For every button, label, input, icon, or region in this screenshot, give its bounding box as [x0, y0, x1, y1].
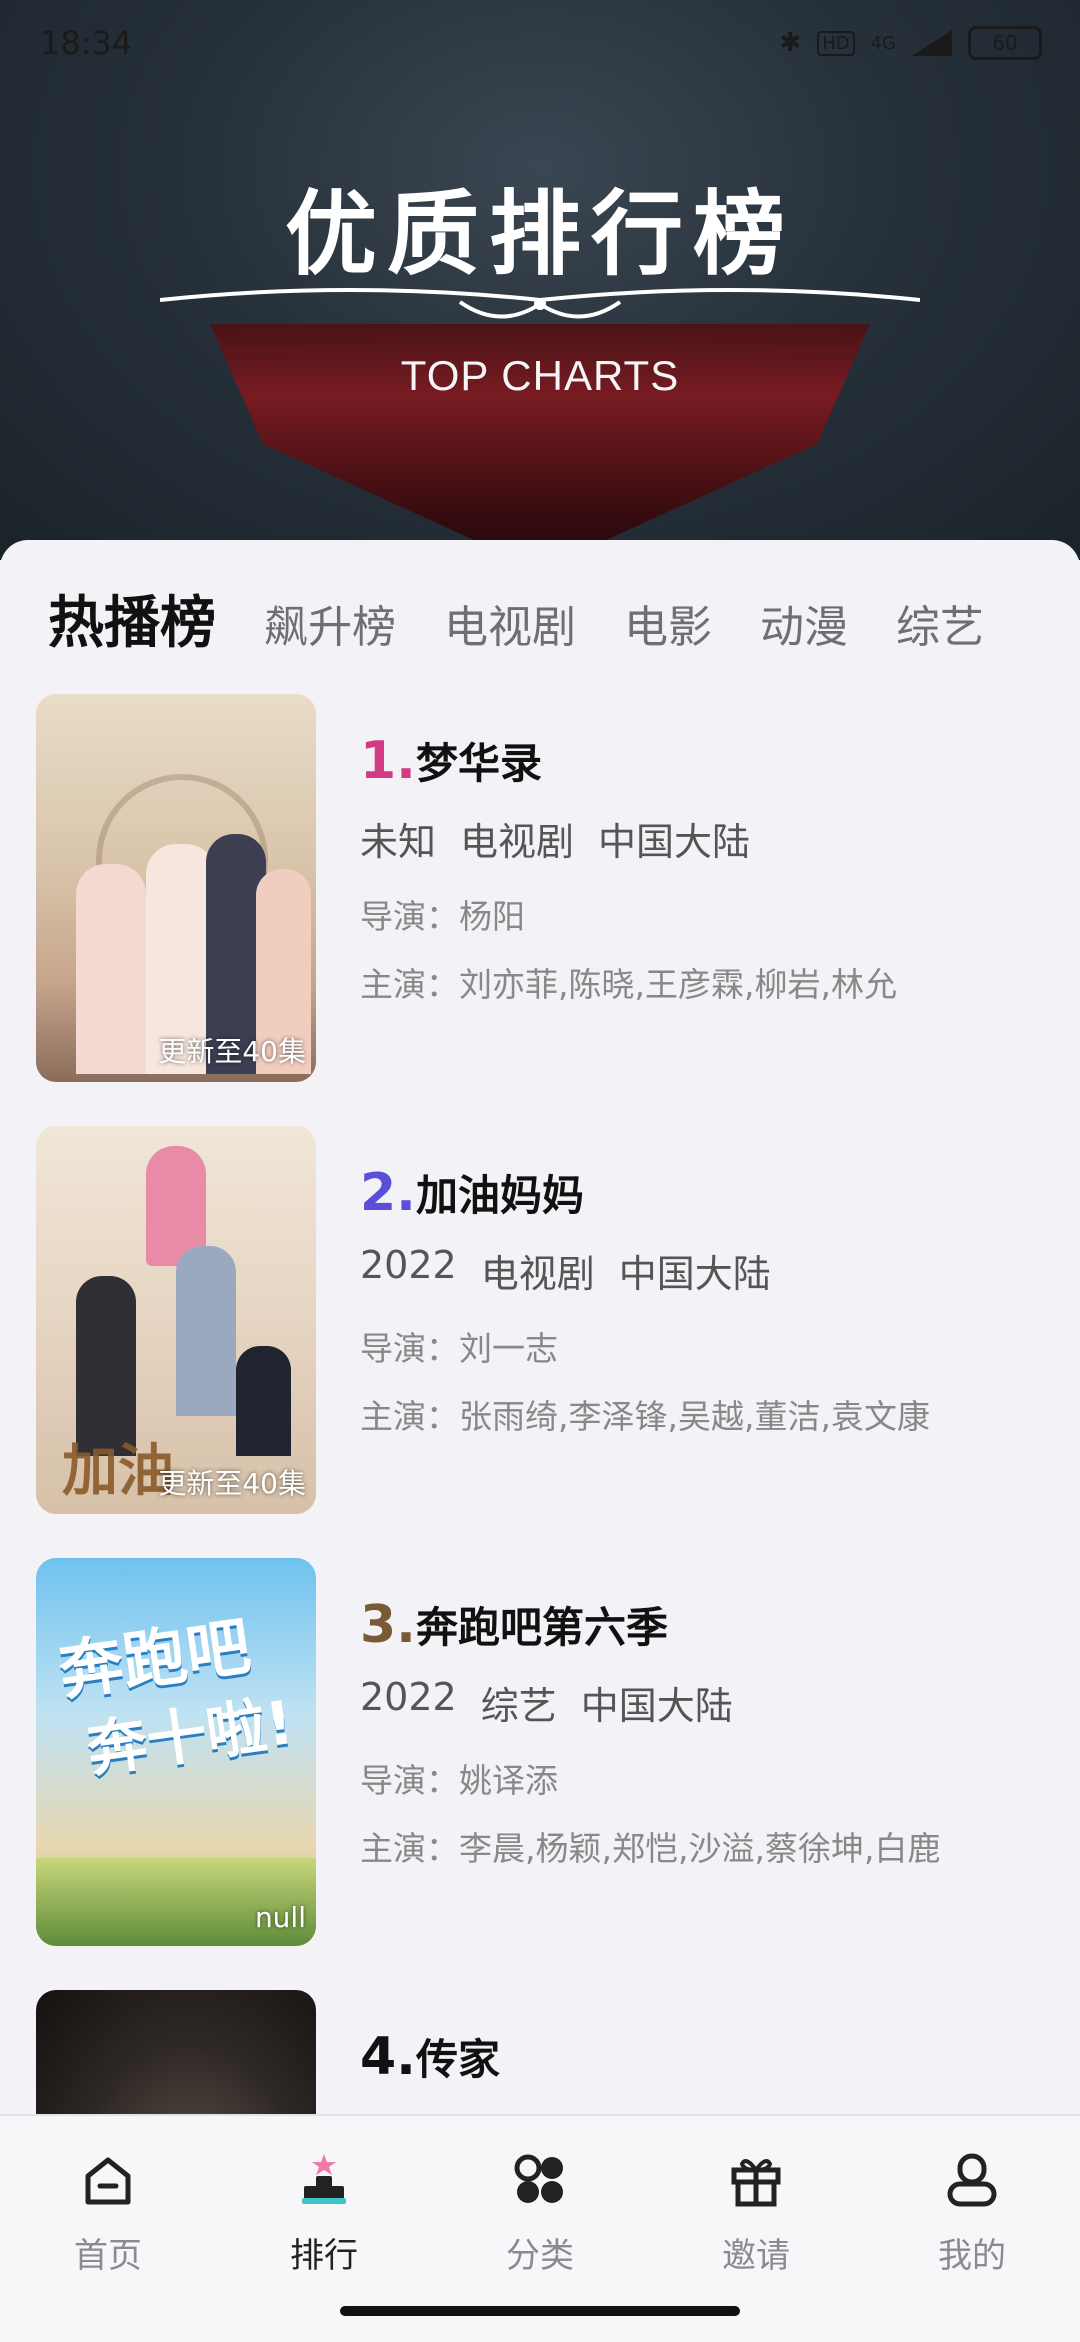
nav-label: 分类 [506, 2236, 574, 2276]
item-year: 未知 [360, 820, 437, 864]
item-cast: 主演：李晨,杨颖,郑恺,沙溢,蔡徐坤,白鹿 [360, 1829, 941, 1868]
rank-number: 4. [360, 2027, 416, 2087]
nav-profile[interactable]: 我的 [902, 2150, 1042, 2277]
item-title[interactable]: 传家 [416, 2026, 500, 2087]
item-info: 2. 加油妈妈 2022 电视剧 中国大陆 导演：刘一志 主演：张雨绮,李泽锋,… [360, 1162, 930, 1438]
item-year: 2022 [360, 1243, 457, 1287]
item-cast: 主演：张雨绮,李泽锋,吴越,董洁,袁文康 [360, 1397, 930, 1436]
profile-icon [947, 2153, 997, 2207]
home-icon [85, 2157, 131, 2205]
tab-movie[interactable]: 电影 [624, 591, 712, 655]
tab-hot[interactable]: 热播榜 [48, 578, 216, 659]
item-director: 导演：杨阳 [360, 897, 525, 936]
bluetooth-icon: ✱ [779, 28, 802, 58]
banner-subtitle: TOP CHARTS [400, 352, 680, 399]
battery-level: 60 [992, 31, 1018, 55]
ranking-icon [302, 2154, 346, 2204]
poster-image[interactable] [36, 1990, 316, 2120]
nav-label: 排行 [290, 2236, 358, 2276]
signal-icon [912, 30, 952, 56]
banner-stage-graphic [210, 324, 870, 540]
item-type: 电视剧 [480, 1252, 595, 1296]
poster-image[interactable]: 奔跑吧 奔十啦! null [36, 1558, 316, 1946]
item-type: 电视剧 [460, 820, 575, 864]
item-director: 导演：刘一志 [360, 1329, 558, 1368]
rank-number: 1. [360, 731, 416, 791]
item-type: 综艺 [480, 1684, 557, 1728]
item-title[interactable]: 奔跑吧第六季 [416, 1594, 668, 1655]
item-director: 导演：姚译添 [360, 1761, 558, 1800]
status-bar: 18:34 ✱ HD 4G 60 [0, 0, 1080, 90]
nav-category[interactable]: 分类 [470, 2150, 610, 2277]
tab-rising[interactable]: 飙升榜 [264, 591, 396, 655]
item-info: 4. 传家 [360, 2026, 500, 2087]
ranking-tabs: 热播榜 飙升榜 电视剧 电影 动漫 综艺 [48, 578, 1080, 658]
list-item[interactable]: 更新至40集 1. 梦华录 未知 电视剧 中国大陆 导演：杨阳 主演：刘亦菲,陈… [36, 694, 1046, 1084]
status-time: 18:34 [40, 24, 133, 62]
item-region: 中国大陆 [618, 1252, 771, 1296]
status-icons: ✱ HD 4G 60 [779, 26, 1042, 60]
network-label: 4G [870, 32, 896, 54]
item-region: 中国大陆 [598, 820, 751, 864]
ornament-divider-icon [160, 288, 920, 319]
item-region: 中国大陆 [580, 1684, 733, 1728]
rank-number: 2. [360, 1163, 416, 1223]
list-item[interactable]: 奔跑吧 奔十啦! null 3. 奔跑吧第六季 2022 综艺 中国大陆 导演：… [36, 1558, 1046, 1948]
episode-badge: 更新至40集 [158, 1467, 306, 1500]
item-info: 1. 梦华录 未知 电视剧 中国大陆 导演：杨阳 主演：刘亦菲,陈晓,王彦霖,柳… [360, 730, 897, 1006]
tab-anime[interactable]: 动漫 [760, 591, 848, 655]
nav-ranking[interactable]: 排行 [254, 2150, 394, 2277]
list-item[interactable]: 加油 更新至40集 2. 加油妈妈 2022 电视剧 中国大陆 导演：刘一志 主… [36, 1126, 1046, 1516]
item-title[interactable]: 加油妈妈 [416, 1162, 584, 1223]
nav-home[interactable]: 首页 [38, 2150, 178, 2277]
item-title[interactable]: 梦华录 [416, 730, 542, 791]
nav-invite[interactable]: 邀请 [686, 2150, 826, 2277]
battery-icon: 60 [968, 26, 1042, 60]
tab-tv[interactable]: 电视剧 [444, 591, 576, 655]
gift-icon [731, 2159, 781, 2207]
nav-label: 我的 [938, 2236, 1006, 2276]
nav-label: 邀请 [722, 2236, 790, 2276]
list-item[interactable]: 4. 传家 [36, 1990, 1046, 2120]
item-info: 3. 奔跑吧第六季 2022 综艺 中国大陆 导演：姚译添 主演：李晨,杨颖,郑… [360, 1594, 940, 1870]
top-charts-banner: 18:34 ✱ HD 4G 60 优质排行榜 TOP CHARTS [0, 0, 1080, 560]
poster-image[interactable]: 更新至40集 [36, 694, 316, 1082]
episode-badge: null [254, 1901, 306, 1934]
rank-number: 3. [360, 1595, 416, 1655]
poster-image[interactable]: 加油 更新至40集 [36, 1126, 316, 1514]
tab-variety[interactable]: 综艺 [896, 591, 984, 655]
hd-icon: HD [817, 30, 855, 56]
nav-label: 首页 [74, 2236, 142, 2276]
episode-badge: 更新至40集 [158, 1035, 306, 1068]
home-indicator[interactable] [340, 2306, 740, 2316]
category-icon [514, 2154, 563, 2203]
ranking-content: 热播榜 飙升榜 电视剧 电影 动漫 综艺 更新至40集 1. 梦华录 未知 电视… [0, 540, 1080, 2120]
item-cast: 主演：刘亦菲,陈晓,王彦霖,柳岩,林允 [360, 965, 897, 1004]
item-year: 2022 [360, 1675, 457, 1719]
